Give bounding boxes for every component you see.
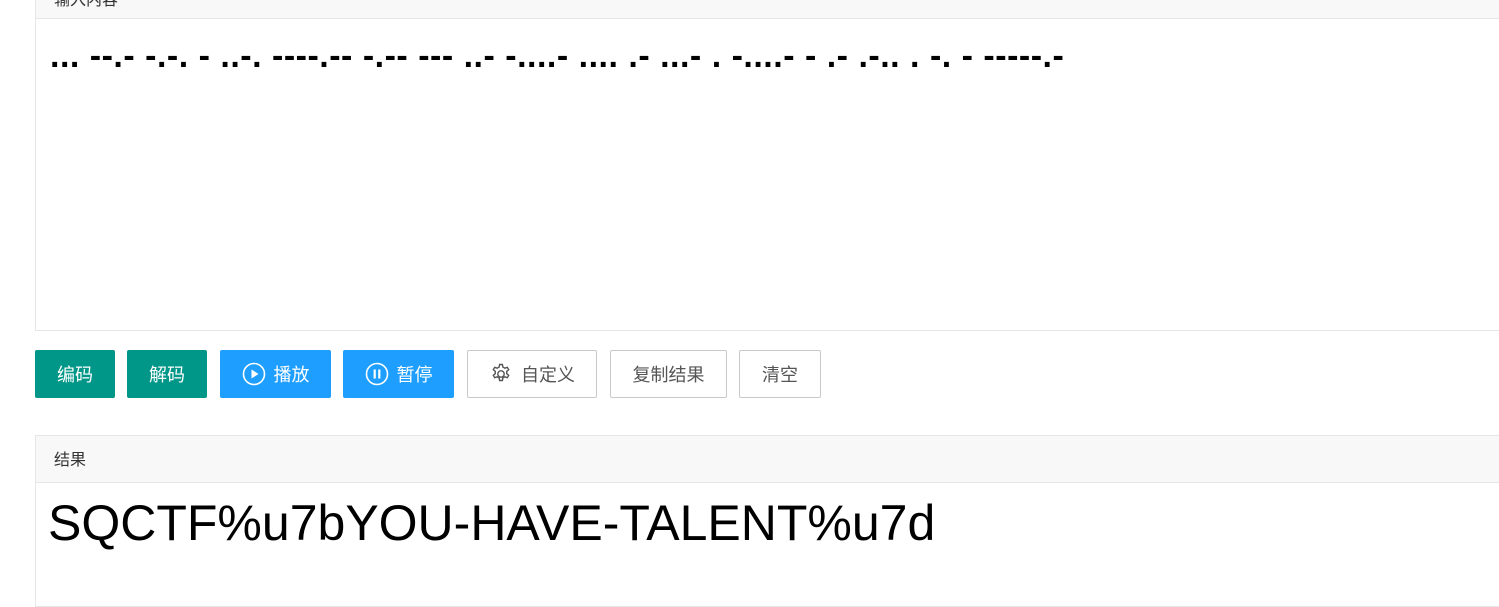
copy-result-button-label: 复制结果 <box>632 365 705 386</box>
copy-result-button[interactable]: 复制结果 <box>610 350 727 398</box>
input-textarea[interactable]: ... --.- -.-. - ..-. ----.-- -.-- --- ..… <box>50 37 1489 76</box>
result-panel: 结果 SQCTF%u7bYOU-HAVE-TALENT%u7d <box>35 435 1499 607</box>
encode-button-label: 编码 <box>57 365 93 386</box>
input-panel-title: 输入内容 <box>54 0 1499 11</box>
play-button-label: 播放 <box>273 365 310 386</box>
pause-button[interactable]: 暂停 <box>343 350 454 398</box>
decode-button-label: 解码 <box>149 365 185 386</box>
custom-button[interactable]: 自定义 <box>467 350 597 398</box>
custom-button-label: 自定义 <box>521 365 575 386</box>
result-output[interactable]: SQCTF%u7bYOU-HAVE-TALENT%u7d <box>48 494 935 552</box>
result-panel-header: 结果 <box>36 436 1499 483</box>
input-panel-header: 输入内容 <box>36 0 1499 19</box>
pause-button-label: 暂停 <box>396 365 433 386</box>
encode-button[interactable]: 编码 <box>35 350 115 398</box>
play-circle-icon <box>242 362 266 386</box>
gear-icon <box>489 362 513 386</box>
clear-button-label: 清空 <box>762 365 798 386</box>
decode-button[interactable]: 解码 <box>127 350 207 398</box>
play-button[interactable]: 播放 <box>220 350 331 398</box>
input-panel: 输入内容 ... --.- -.-. - ..-. ----.-- -.-- -… <box>35 0 1499 331</box>
pause-circle-icon <box>365 362 389 386</box>
clear-button[interactable]: 清空 <box>739 350 821 398</box>
result-panel-title: 结果 <box>54 450 87 469</box>
